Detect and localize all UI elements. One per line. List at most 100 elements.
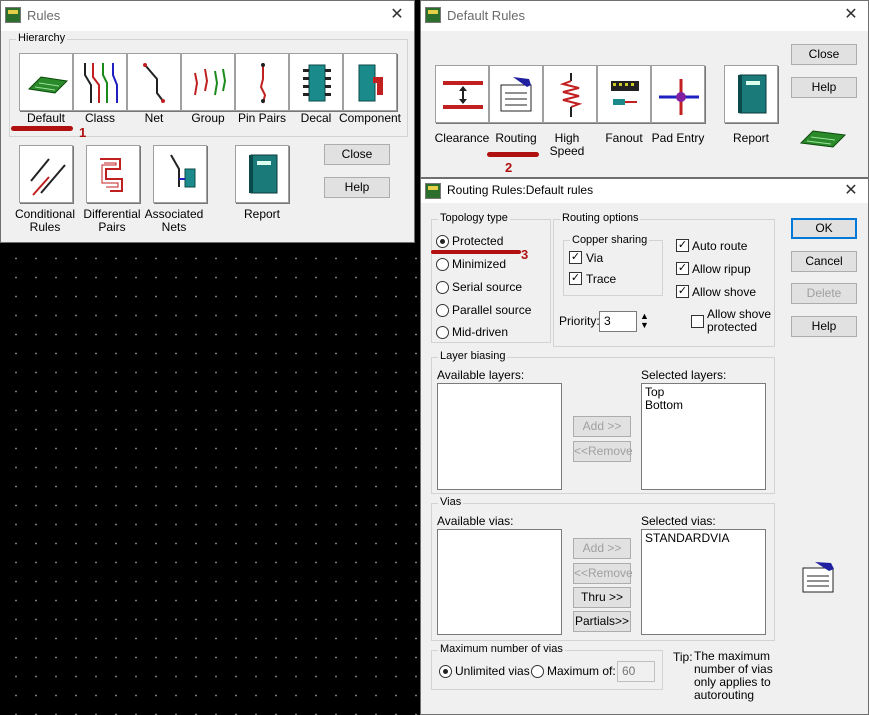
annotation-number-2: 2: [505, 160, 513, 175]
tip-label: Tip:: [673, 650, 693, 664]
add-via-button[interactable]: Add >>: [573, 538, 631, 559]
default-rules-titlebar: Default Rules ✕: [421, 1, 868, 31]
annotation-underline-3: [431, 250, 521, 254]
report-book-icon: [249, 154, 278, 194]
unlimited-vias-label: Unlimited vias: [455, 664, 530, 678]
allow-shove-checkbox[interactable]: ✓: [676, 285, 689, 298]
available-vias-list[interactable]: [437, 529, 562, 635]
copper-sharing-group: Copper sharing: [563, 234, 663, 296]
maximum-vias-input[interactable]: 60: [617, 661, 655, 682]
protected-label: Protected: [452, 234, 504, 248]
close-icon[interactable]: ✕: [842, 6, 860, 24]
available-vias-label: Available vias:: [437, 514, 514, 528]
available-layers-list[interactable]: [437, 383, 562, 490]
default-report-label: Report: [732, 131, 770, 145]
decal-chip-icon: [303, 64, 331, 102]
partials-button[interactable]: Partials>>: [573, 611, 631, 632]
pad-entry-icon: [659, 79, 699, 115]
high-speed-tile[interactable]: [543, 65, 597, 123]
pad-entry-tile[interactable]: [651, 65, 705, 123]
parallel-source-radio[interactable]: [436, 304, 449, 317]
via-label: Via: [586, 251, 604, 265]
annotation-number-3: 3: [521, 247, 529, 262]
pin-pairs-icon: [259, 63, 267, 104]
minimized-radio[interactable]: [436, 258, 449, 271]
priority-input[interactable]: 3: [599, 311, 637, 332]
allow-shove-label: Allow shove: [692, 285, 757, 299]
selected-layers-label: Selected layers:: [641, 368, 727, 382]
mid-driven-radio[interactable]: [436, 326, 449, 339]
routing-hand-icon: [802, 562, 834, 593]
component-tile[interactable]: [343, 53, 397, 111]
list-item[interactable]: STANDARDVIA: [645, 532, 762, 545]
report-book-icon: [738, 74, 767, 114]
default-tile[interactable]: [19, 53, 73, 111]
remove-layer-button[interactable]: <<Remove: [573, 441, 633, 462]
routing-titlebar: Routing Rules:Default rules ✕: [421, 179, 868, 203]
available-layers-label: Available layers:: [437, 368, 525, 382]
clearance-tile[interactable]: [435, 65, 489, 123]
add-layer-button[interactable]: Add >>: [573, 416, 631, 437]
differential-pairs-tile[interactable]: [86, 145, 140, 203]
serial-source-radio[interactable]: [436, 281, 449, 294]
report-tile[interactable]: [235, 145, 289, 203]
pads-app-icon: [425, 7, 441, 23]
conditional-rules-tile[interactable]: [19, 145, 73, 203]
group-tile[interactable]: [181, 53, 235, 111]
list-item[interactable]: Bottom: [645, 399, 762, 412]
allow-ripup-label: Allow ripup: [692, 262, 751, 276]
rules-close-button[interactable]: Close: [324, 144, 390, 165]
remove-via-button[interactable]: <<Remove: [573, 563, 633, 584]
maximum-of-radio[interactable]: [531, 665, 544, 678]
annotation-underline-1: [11, 126, 73, 131]
rules-help-button[interactable]: Help: [324, 177, 390, 198]
default-help-button[interactable]: Help: [791, 77, 857, 98]
pcb-board-icon: [27, 76, 69, 94]
allow-shove-protected-checkbox[interactable]: [691, 315, 704, 328]
allow-ripup-checkbox[interactable]: ✓: [676, 262, 689, 275]
pin-pairs-tile[interactable]: [235, 53, 289, 111]
priority-spinner-icon[interactable]: ▲ ▼: [640, 312, 649, 330]
auto-route-label: Auto route: [692, 239, 748, 253]
component-label: Component: [338, 111, 402, 125]
rules-title: Rules: [27, 8, 61, 23]
routing-hand-icon: [500, 77, 532, 112]
help-button[interactable]: Help: [791, 316, 857, 337]
trace-checkbox[interactable]: ✓: [569, 272, 582, 285]
unlimited-vias-radio[interactable]: [439, 665, 452, 678]
cancel-button[interactable]: Cancel: [791, 251, 857, 272]
pads-app-icon: [5, 7, 21, 23]
pads-app-icon: [425, 183, 441, 199]
ok-button[interactable]: OK: [791, 218, 857, 239]
default-rules-title: Default Rules: [447, 8, 526, 23]
class-tile[interactable]: [73, 53, 127, 111]
default-close-button[interactable]: Close: [791, 44, 857, 65]
selected-layers-list[interactable]: Top Bottom: [641, 383, 766, 490]
fanout-tile[interactable]: [597, 65, 651, 123]
routing-rules-dialog: Routing Rules:Default rules ✕ Topology t…: [420, 178, 869, 715]
priority-label: Priority:: [559, 314, 600, 328]
associated-nets-tile[interactable]: [153, 145, 207, 203]
thru-button[interactable]: Thru >>: [573, 587, 631, 608]
parallel-source-label: Parallel source: [452, 303, 532, 317]
close-icon[interactable]: ✕: [388, 6, 406, 24]
serial-source-label: Serial source: [452, 280, 523, 294]
routing-tile[interactable]: [489, 65, 543, 123]
class-traces-icon: [84, 63, 118, 103]
net-tile[interactable]: [127, 53, 181, 111]
auto-route-checkbox[interactable]: ✓: [676, 239, 689, 252]
delete-button[interactable]: Delete: [791, 283, 857, 304]
protected-radio[interactable]: [436, 235, 449, 248]
group-traces-icon: [194, 68, 227, 96]
routing-title: Routing Rules:Default rules: [447, 183, 594, 197]
default-rules-window: Default Rules ✕ Clearance Routing High S…: [420, 0, 869, 178]
pcb-canvas[interactable]: [0, 245, 420, 715]
default-report-tile[interactable]: [724, 65, 778, 123]
via-checkbox[interactable]: ✓: [569, 251, 582, 264]
close-icon[interactable]: ✕: [842, 182, 860, 200]
selected-vias-list[interactable]: STANDARDVIA: [641, 529, 766, 635]
minimized-label: Minimized: [452, 257, 507, 271]
associated-nets-icon: [170, 154, 196, 188]
hierarchy-label: Hierarchy: [16, 32, 68, 44]
decal-tile[interactable]: [289, 53, 343, 111]
